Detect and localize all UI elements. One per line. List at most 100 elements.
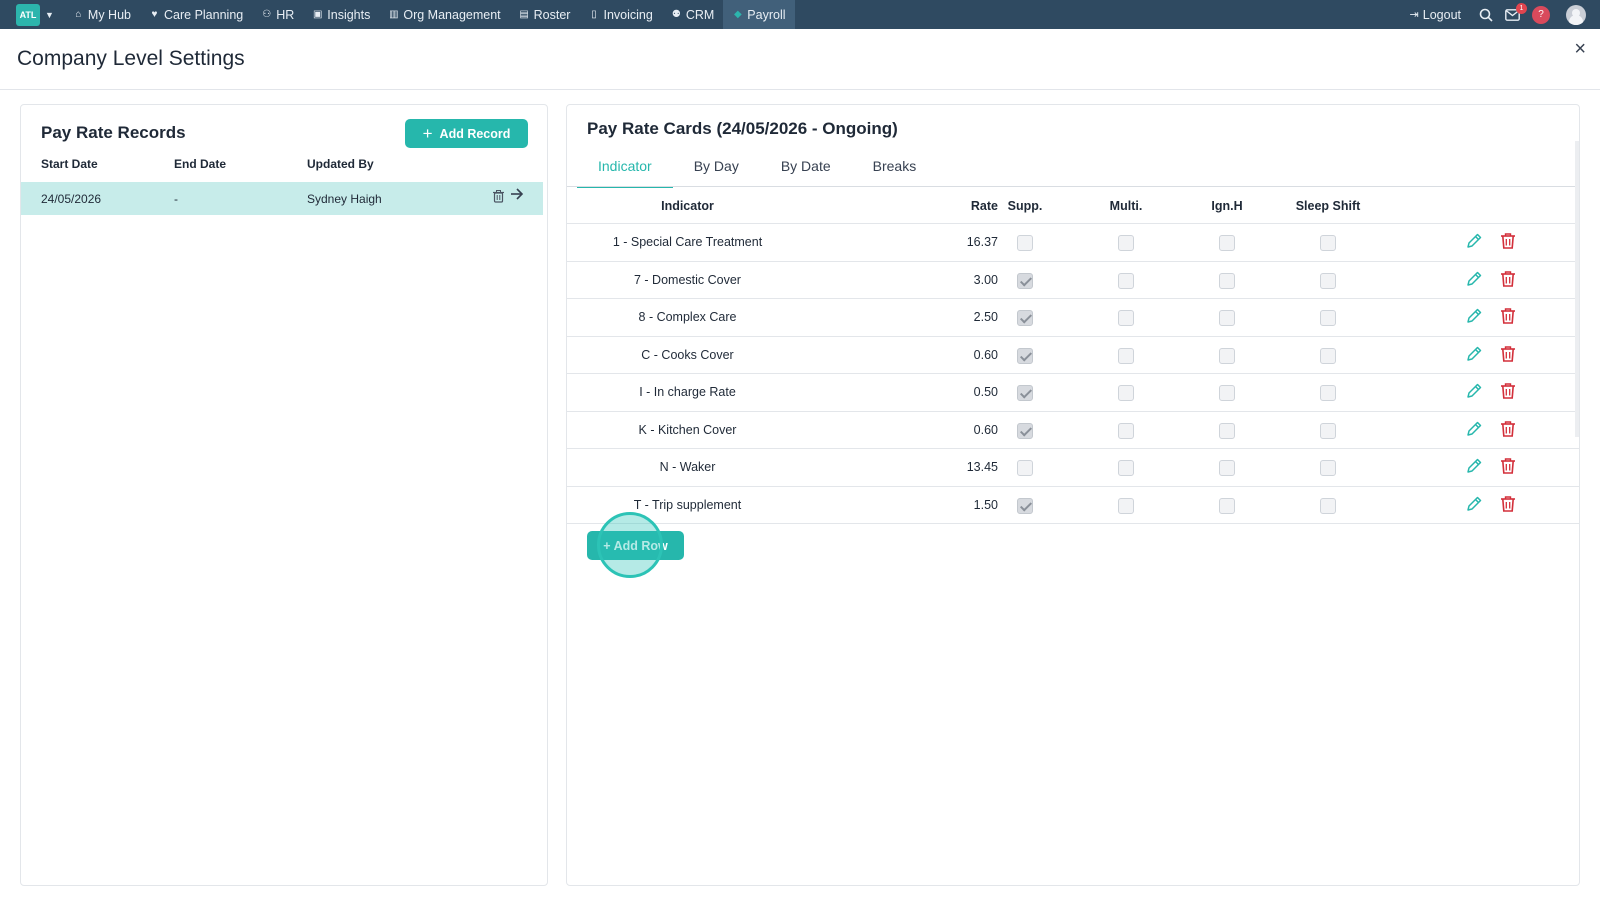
supp-checkbox[interactable]	[1017, 460, 1033, 476]
multi-checkbox[interactable]	[1118, 497, 1134, 514]
indicator-cell: 1 - Special Care Treatment	[612, 235, 763, 249]
sleep-checkbox[interactable]	[1320, 422, 1336, 439]
cards-title: Pay Rate Cards (24/05/2026 - Ongoing)	[587, 119, 898, 138]
supp-checkbox[interactable]	[1017, 385, 1033, 401]
nav-item-roster[interactable]: ▤ Roster	[510, 0, 580, 29]
column-header-rate: Rate	[970, 199, 998, 213]
nav-item-crm[interactable]: ⚉ CRM	[662, 0, 723, 29]
ign-checkbox[interactable]	[1219, 310, 1235, 326]
rate-cell: 3.00	[973, 272, 998, 287]
page-header: Company Level Settings ×	[0, 29, 1600, 90]
tab-indicator[interactable]: Indicator	[577, 149, 673, 188]
delete-icon[interactable]	[1500, 457, 1516, 480]
pencil-icon[interactable]	[1465, 307, 1483, 330]
rate-cell: 1.50	[973, 497, 998, 512]
pencil-icon[interactable]	[1465, 270, 1483, 293]
trash-icon[interactable]	[493, 190, 504, 206]
pencil-icon[interactable]	[1465, 232, 1483, 255]
pencil-icon[interactable]	[1465, 420, 1483, 443]
ign-checkbox[interactable]	[1219, 460, 1235, 476]
scrollbar[interactable]	[1575, 141, 1579, 437]
delete-icon[interactable]	[1500, 232, 1516, 255]
sleep-checkbox[interactable]	[1320, 272, 1336, 289]
nav-item-hr[interactable]: ⚇ HR	[252, 0, 303, 29]
diamond-icon: ◆	[733, 9, 742, 20]
ign-checkbox[interactable]	[1219, 497, 1235, 514]
table-row: K - Kitchen Cover 0.60	[567, 412, 1579, 449]
delete-icon[interactable]	[1500, 420, 1516, 443]
multi-checkbox[interactable]	[1118, 460, 1134, 476]
rate-cell: 2.50	[973, 310, 998, 324]
delete-icon[interactable]	[1500, 345, 1516, 368]
supp-checkbox[interactable]	[1017, 310, 1033, 326]
ign-checkbox[interactable]	[1219, 235, 1235, 251]
column-header-indicator: Indicator	[661, 199, 714, 213]
tab-breaks[interactable]: Breaks	[852, 149, 938, 188]
add-record-button[interactable]: + Add Record	[405, 119, 528, 148]
nav-item-my-hub[interactable]: ⌂ My Hub	[64, 0, 140, 29]
nav-item-insights[interactable]: ▣ Insights	[303, 0, 379, 29]
multi-checkbox[interactable]	[1118, 235, 1134, 251]
delete-icon[interactable]	[1500, 382, 1516, 405]
logout-label: Logout	[1422, 7, 1461, 22]
supp-checkbox[interactable]	[1017, 422, 1033, 439]
ign-checkbox[interactable]	[1219, 272, 1235, 289]
pencil-icon[interactable]	[1465, 457, 1483, 480]
pencil-icon[interactable]	[1465, 345, 1483, 368]
indicator-cell: N - Waker	[659, 460, 716, 474]
pay-rate-cards-panel: Pay Rate Cards (24/05/2026 - Ongoing) In…	[566, 104, 1580, 886]
nav-item-invoicing[interactable]: ▯ Invoicing	[579, 0, 661, 29]
logout-button[interactable]: ⇥ Logout	[1410, 8, 1461, 22]
ign-checkbox[interactable]	[1219, 347, 1235, 364]
pencil-icon[interactable]	[1465, 382, 1483, 405]
supp-checkbox[interactable]	[1017, 272, 1033, 289]
add-row-button[interactable]: + Add Row	[587, 531, 684, 560]
indicator-cell: 8 - Complex Care	[638, 310, 737, 324]
arrow-right-icon[interactable]	[510, 187, 524, 206]
avatar[interactable]	[1566, 4, 1586, 25]
page-title: Company Level Settings	[17, 47, 245, 70]
sleep-checkbox[interactable]	[1320, 235, 1336, 251]
pencil-icon[interactable]	[1465, 495, 1483, 518]
multi-checkbox[interactable]	[1118, 272, 1134, 289]
delete-icon[interactable]	[1500, 307, 1516, 330]
org-logo: ATL	[16, 3, 40, 26]
help-button[interactable]: ?	[1532, 5, 1550, 24]
delete-icon[interactable]	[1500, 495, 1516, 518]
nav-item-label: CRM	[685, 7, 715, 22]
search-icon[interactable]	[1479, 8, 1493, 22]
sleep-checkbox[interactable]	[1320, 460, 1336, 476]
rate-cell: 0.50	[973, 385, 998, 399]
rate-cell: 0.60	[973, 422, 998, 437]
tab-by-day[interactable]: By Day	[673, 149, 760, 188]
table-row: C - Cooks Cover 0.60	[567, 337, 1579, 374]
nav-item-care-planning[interactable]: ♥ Care Planning	[140, 0, 252, 29]
ign-checkbox[interactable]	[1219, 422, 1235, 439]
multi-checkbox[interactable]	[1118, 310, 1134, 326]
multi-checkbox[interactable]	[1118, 422, 1134, 439]
supp-checkbox[interactable]	[1017, 235, 1033, 251]
tab-by-date[interactable]: By Date	[760, 149, 852, 188]
delete-icon[interactable]	[1500, 270, 1516, 293]
nav-item-payroll[interactable]: ◆ Payroll	[723, 0, 795, 29]
column-header-ign-h: Ign.H	[1211, 199, 1243, 213]
sleep-checkbox[interactable]	[1320, 385, 1336, 401]
pay-rate-records-panel: Pay Rate Records + Add Record Start Date…	[20, 104, 548, 886]
mail-icon[interactable]: 1	[1505, 2, 1527, 21]
sleep-checkbox[interactable]	[1320, 497, 1336, 514]
heart-icon: ♥	[151, 9, 158, 20]
ign-checkbox[interactable]	[1219, 385, 1235, 401]
multi-checkbox[interactable]	[1118, 385, 1134, 401]
sleep-checkbox[interactable]	[1320, 347, 1336, 364]
table-row[interactable]: 24/05/2026 - Sydney Haigh	[21, 182, 543, 215]
supp-checkbox[interactable]	[1017, 347, 1033, 364]
org-switcher[interactable]: ATL ▼	[16, 3, 54, 26]
people-icon: ⚇	[262, 9, 272, 20]
nav-item-org-management[interactable]: ▥ Org Management	[379, 0, 509, 29]
sleep-checkbox[interactable]	[1320, 310, 1336, 326]
supp-checkbox[interactable]	[1017, 497, 1033, 514]
indicator-cell: 7 - Domestic Cover	[634, 272, 741, 287]
top-navigation: ATL ▼ ⌂ My Hub ♥ Care Planning ⚇ HR ▣ Insights ▥…	[0, 0, 1600, 29]
close-icon[interactable]: ×	[1574, 39, 1586, 59]
multi-checkbox[interactable]	[1118, 347, 1134, 364]
